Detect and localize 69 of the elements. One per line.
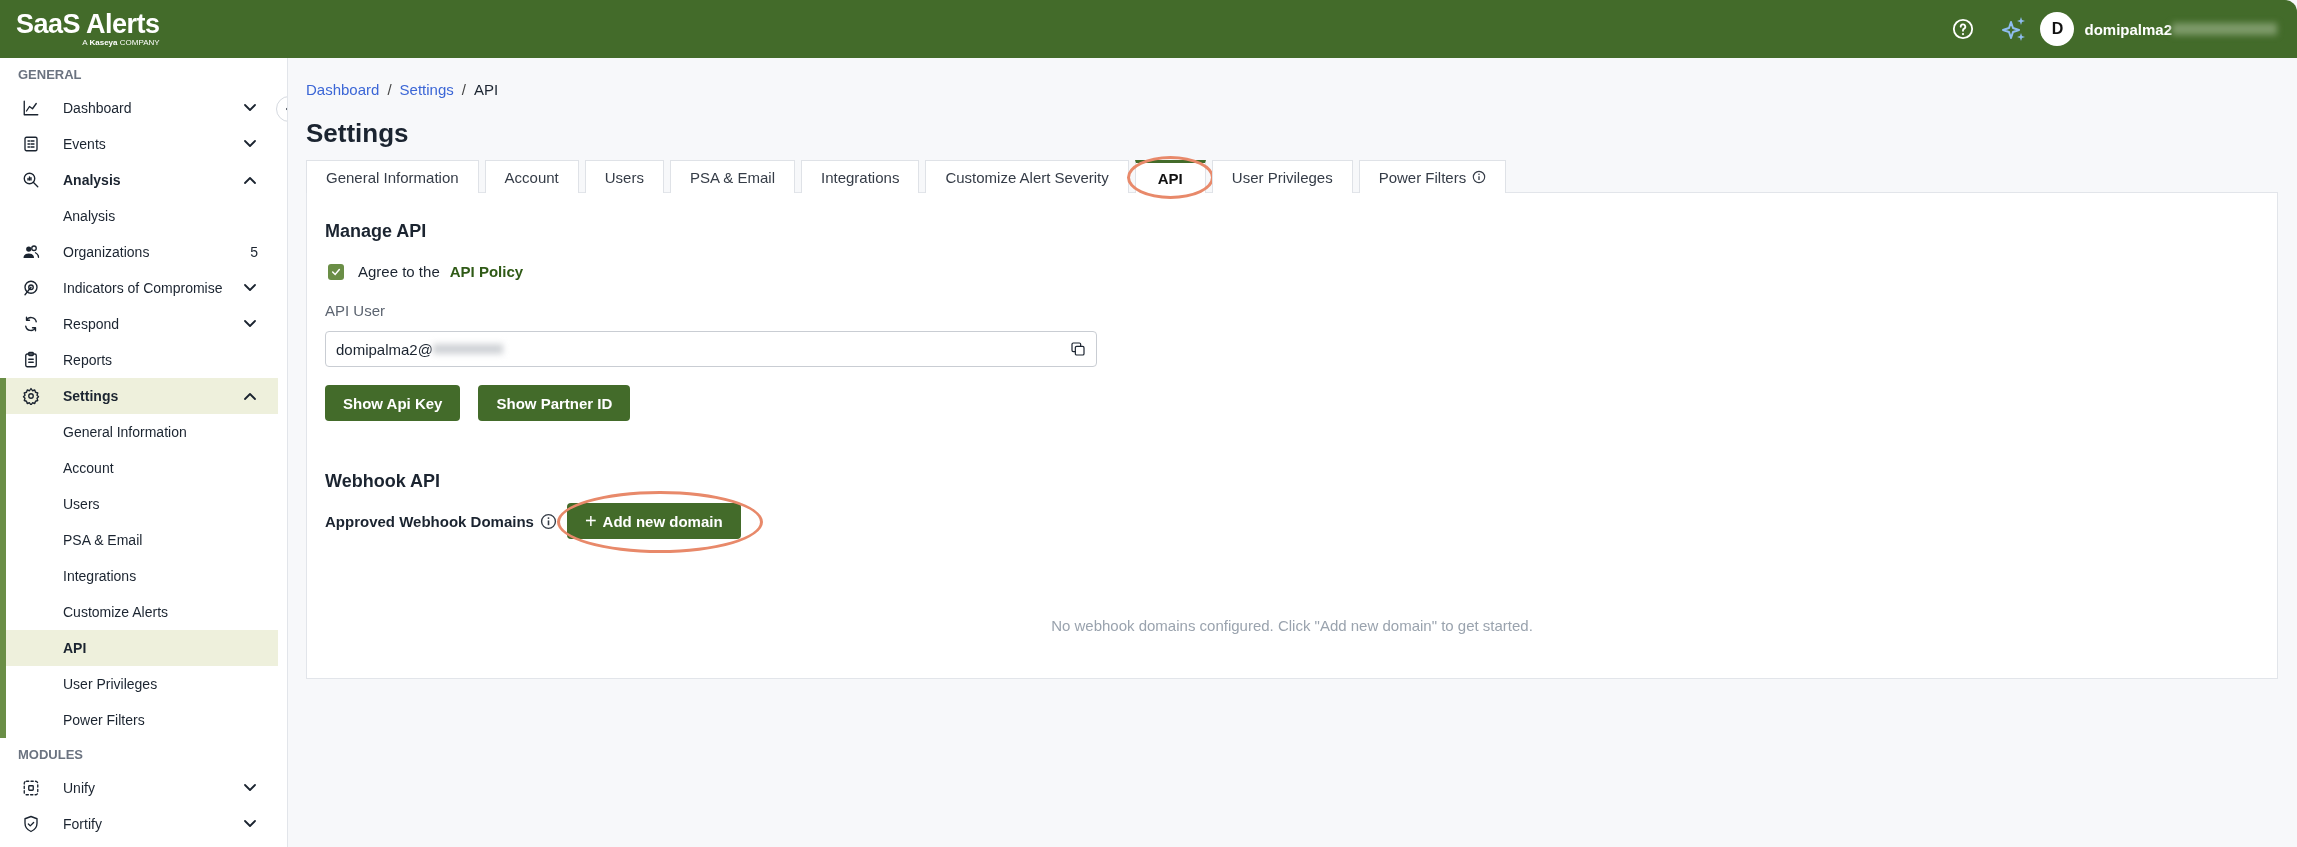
clipboard-icon xyxy=(22,351,40,369)
sidebar-item[interactable]: Integrations xyxy=(6,558,278,594)
sidebar-item[interactable]: Events xyxy=(0,126,278,162)
sidebar-item[interactable]: Organizations 5 xyxy=(0,234,278,270)
sidebar-item[interactable]: General Information xyxy=(6,414,278,450)
magnifier-icon xyxy=(22,171,40,189)
empty-message: No webhook domains configured. Click "Add new domain" to get started. xyxy=(1050,617,1534,634)
chart-icon xyxy=(22,99,40,117)
field-label: API User xyxy=(325,302,386,319)
info-icon xyxy=(539,512,557,530)
sidebar-item[interactable]: Users xyxy=(6,486,278,522)
policy-link[interactable]: API Policy xyxy=(449,263,524,280)
add-domain-button[interactable]: + Add new domain xyxy=(566,503,741,539)
checkbox[interactable] xyxy=(328,263,344,280)
sidebar-item[interactable]: Dashboard xyxy=(0,90,278,126)
tab[interactable]: Power Filters xyxy=(1358,160,1507,193)
sidebar-item[interactable]: User Privileges xyxy=(6,666,278,702)
section-heading: Manage API xyxy=(325,221,428,243)
sidebar-item[interactable]: Fortify xyxy=(0,806,278,842)
copy-icon xyxy=(1070,341,1086,357)
sidebar-item[interactable]: PSA & Email xyxy=(6,522,278,558)
sidebar-item[interactable]: Analysis xyxy=(0,198,278,234)
breadcrumb-separator: / xyxy=(387,80,392,98)
sidebar-item[interactable]: Power Filters xyxy=(6,702,278,738)
sidebar-item[interactable]: Reports xyxy=(0,342,278,378)
breadcrumb-link[interactable]: Settings xyxy=(399,80,454,98)
sidebar-item[interactable]: Account xyxy=(6,450,278,486)
check-icon xyxy=(331,266,341,277)
help-icon[interactable] xyxy=(1952,18,1975,40)
sidebar-item[interactable]: Analysis xyxy=(0,162,278,198)
refresh-icon xyxy=(22,315,40,333)
tab[interactable]: Customize Alert Severity xyxy=(925,160,1129,193)
list-icon xyxy=(22,135,40,153)
input-field[interactable]: domipalma2@ xyxy=(325,331,1097,367)
redacted-text xyxy=(432,344,503,354)
shield-icon xyxy=(22,815,40,833)
sidebar-item[interactable]: Settings xyxy=(6,378,278,414)
sidebar-item[interactable]: Respond xyxy=(0,306,278,342)
section-heading: Webhook API xyxy=(325,471,441,493)
user-name[interactable]: domipalma2 xyxy=(2084,20,2172,38)
section-title: GENERAL xyxy=(17,66,83,84)
people-icon xyxy=(22,243,40,261)
breadcrumb-link[interactable]: Dashboard xyxy=(306,80,380,98)
tab[interactable]: User Privileges xyxy=(1211,160,1353,193)
dashed-square-icon xyxy=(22,779,40,797)
tab[interactable]: General Information xyxy=(306,160,479,193)
page-title: Settings xyxy=(306,118,410,150)
tab[interactable]: API xyxy=(1134,160,1206,193)
avatar[interactable]: D xyxy=(2040,12,2075,46)
sidebar-item[interactable]: API xyxy=(6,630,278,666)
field-label: Approved Webhook Domains xyxy=(325,512,534,530)
breadcrumb-current: API xyxy=(473,80,499,98)
tab[interactable]: Account xyxy=(484,160,579,193)
button[interactable]: Show Api Key xyxy=(325,385,461,421)
button[interactable]: Show Partner ID xyxy=(478,385,631,421)
field-value: domipalma2@ xyxy=(336,340,433,358)
tab[interactable]: Integrations xyxy=(801,160,920,193)
sidebar-item[interactable]: Indicators of Compromise xyxy=(0,270,278,306)
settings-icon xyxy=(22,387,40,405)
sidebar-item[interactable]: Customize Alerts xyxy=(6,594,278,630)
target-icon xyxy=(22,279,40,297)
logo[interactable]: SaaS Alerts A Kaseya COMPANY xyxy=(16,10,160,48)
section-title: MODULES xyxy=(17,746,84,764)
tab[interactable]: Users xyxy=(584,160,664,193)
count-label: 5 xyxy=(250,244,258,260)
sidebar-item[interactable]: Unify xyxy=(0,770,278,806)
breadcrumb-separator: / xyxy=(461,80,466,98)
checkbox-label: Agree to the xyxy=(358,263,440,280)
tab[interactable]: PSA & Email xyxy=(669,160,795,193)
